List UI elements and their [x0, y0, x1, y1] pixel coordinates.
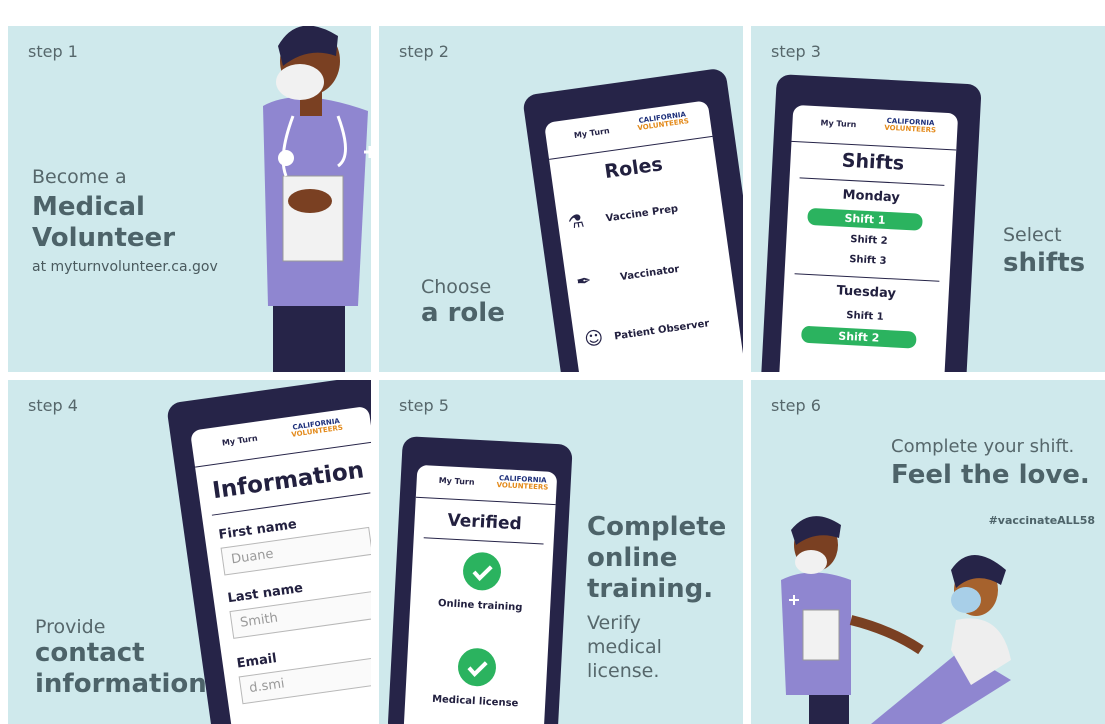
- step-label: step 6: [771, 396, 821, 415]
- check-icon: [457, 647, 497, 688]
- headline-bold-1: contact: [35, 638, 145, 668]
- panel-step-1: step 1 Become a Medical Volunteer at myt…: [8, 26, 371, 372]
- app-logos: My Turn CALIFORNIA VOLUNTEERS: [791, 104, 959, 151]
- subline-3: license.: [587, 660, 660, 682]
- panel-step-5: step 5 Complete online training. Verify …: [379, 380, 743, 724]
- headline-bold-1: Complete: [587, 512, 727, 542]
- step-label: step 2: [399, 42, 449, 61]
- vials-icon: ⚗: [566, 210, 586, 234]
- step-label: step 1: [28, 42, 78, 61]
- phone-screen: My Turn CALIFORNIA VOLUNTEERS Information…: [189, 405, 371, 724]
- phone-shifts: My Turn CALIFORNIA VOLUNTEERS Shifts Mond…: [760, 74, 982, 372]
- shift-option[interactable]: Shift 1: [782, 307, 947, 327]
- california-volunteers-logo: CALIFORNIA VOLUNTEERS: [290, 417, 344, 439]
- day-tuesday: Tuesday: [836, 283, 897, 302]
- day-monday: Monday: [842, 187, 901, 206]
- screen-title: Shifts: [841, 149, 905, 175]
- role-vaccinator[interactable]: ✒ Vaccinator: [575, 251, 728, 302]
- my-turn-logo: My Turn: [820, 118, 857, 130]
- headline-intro: Complete your shift.: [891, 436, 1075, 457]
- phone-screen: My Turn CALIFORNIA VOLUNTEERS Roles ⚗ Vac…: [544, 100, 743, 372]
- phone-screen: My Turn CALIFORNIA VOLUNTEERS Shifts Mond…: [777, 104, 959, 372]
- app-logos: My Turn CALIFORNIA VOLUNTEERS: [415, 464, 558, 506]
- role-vaccine-prep[interactable]: ⚗ Vaccine Prep: [567, 192, 720, 243]
- panel-step-4: step 4 Provide contact information My Tu…: [8, 380, 371, 724]
- headline-bold-3: training.: [587, 574, 714, 604]
- california-volunteers-logo: CALIFORNIA VOLUNTEERS: [496, 474, 549, 492]
- verified-item-label: Medical license: [431, 693, 519, 710]
- my-turn-logo: My Turn: [221, 433, 259, 448]
- headline-bold-2: information: [35, 669, 207, 699]
- step-label: step 5: [399, 396, 449, 415]
- my-turn-logo: My Turn: [438, 475, 475, 487]
- headline-bold-2: online: [587, 543, 678, 573]
- phone-roles: My Turn CALIFORNIA VOLUNTEERS Roles ⚗ Vac…: [522, 67, 743, 372]
- divider: [799, 177, 945, 186]
- email-label: Email: [235, 651, 278, 672]
- step-label: step 4: [28, 396, 78, 415]
- subline-2: medical: [587, 636, 662, 658]
- headline-bold: shifts: [1003, 248, 1086, 278]
- doctor-illustration: [263, 26, 371, 372]
- panel-step-3: step 3 Select shifts My Turn CALIFORNIA V…: [751, 26, 1105, 372]
- divider: [423, 537, 544, 545]
- shift-option[interactable]: Shift 3: [785, 251, 950, 271]
- panel-step-6: step 6 Complete your shift. Feel the lov…: [751, 380, 1105, 724]
- my-turn-logo: My Turn: [573, 126, 611, 141]
- california-volunteers-logo: CALIFORNIA VOLUNTEERS: [884, 116, 937, 135]
- panel-step-2: step 2 Choose a role My Turn CALIFORNIA V…: [379, 26, 743, 372]
- volunteer-patient-illustration: [781, 516, 1011, 724]
- check-icon: [462, 551, 502, 592]
- syringe-icon: ✒: [575, 270, 593, 294]
- california-volunteers-logo: CALIFORNIA VOLUNTEERS: [637, 110, 690, 133]
- divider: [794, 273, 940, 282]
- shift-option-selected[interactable]: Shift 1: [807, 207, 923, 231]
- verified-item-label: Online training: [437, 598, 523, 614]
- subline-1: Verify: [587, 612, 641, 634]
- step-label: step 3: [771, 42, 821, 61]
- headline-intro: Select: [1003, 224, 1062, 246]
- role-label: Vaccine Prep: [605, 203, 679, 225]
- shift-option[interactable]: Shift 2: [786, 231, 951, 251]
- headline-bold: a role: [421, 298, 505, 328]
- headline-bold-1: Medical: [32, 192, 145, 222]
- role-label: Vaccinator: [619, 263, 681, 284]
- screen-title: Verified: [446, 510, 523, 535]
- phone-verified: My Turn CALIFORNIA VOLUNTEERS Verified On…: [387, 436, 573, 724]
- headline-intro: Become a: [32, 166, 127, 188]
- headline-bold: Feel the love.: [891, 460, 1090, 490]
- app-logos: My Turn CALIFORNIA VOLUNTEERS: [189, 405, 371, 468]
- phone-screen: My Turn CALIFORNIA VOLUNTEERS Verified On…: [403, 464, 558, 724]
- role-label: Patient Observer: [613, 318, 711, 343]
- shift-option-selected[interactable]: Shift 2: [800, 325, 917, 349]
- observer-icon: ☺: [583, 327, 605, 351]
- role-patient-observer[interactable]: ☺ Patient Observer: [583, 308, 741, 359]
- headline-bold-2: Volunteer: [32, 223, 176, 253]
- headline-intro: Choose: [421, 276, 492, 298]
- headline-intro: Provide: [35, 616, 106, 638]
- website-url: at myturnvolunteer.ca.gov: [32, 259, 218, 275]
